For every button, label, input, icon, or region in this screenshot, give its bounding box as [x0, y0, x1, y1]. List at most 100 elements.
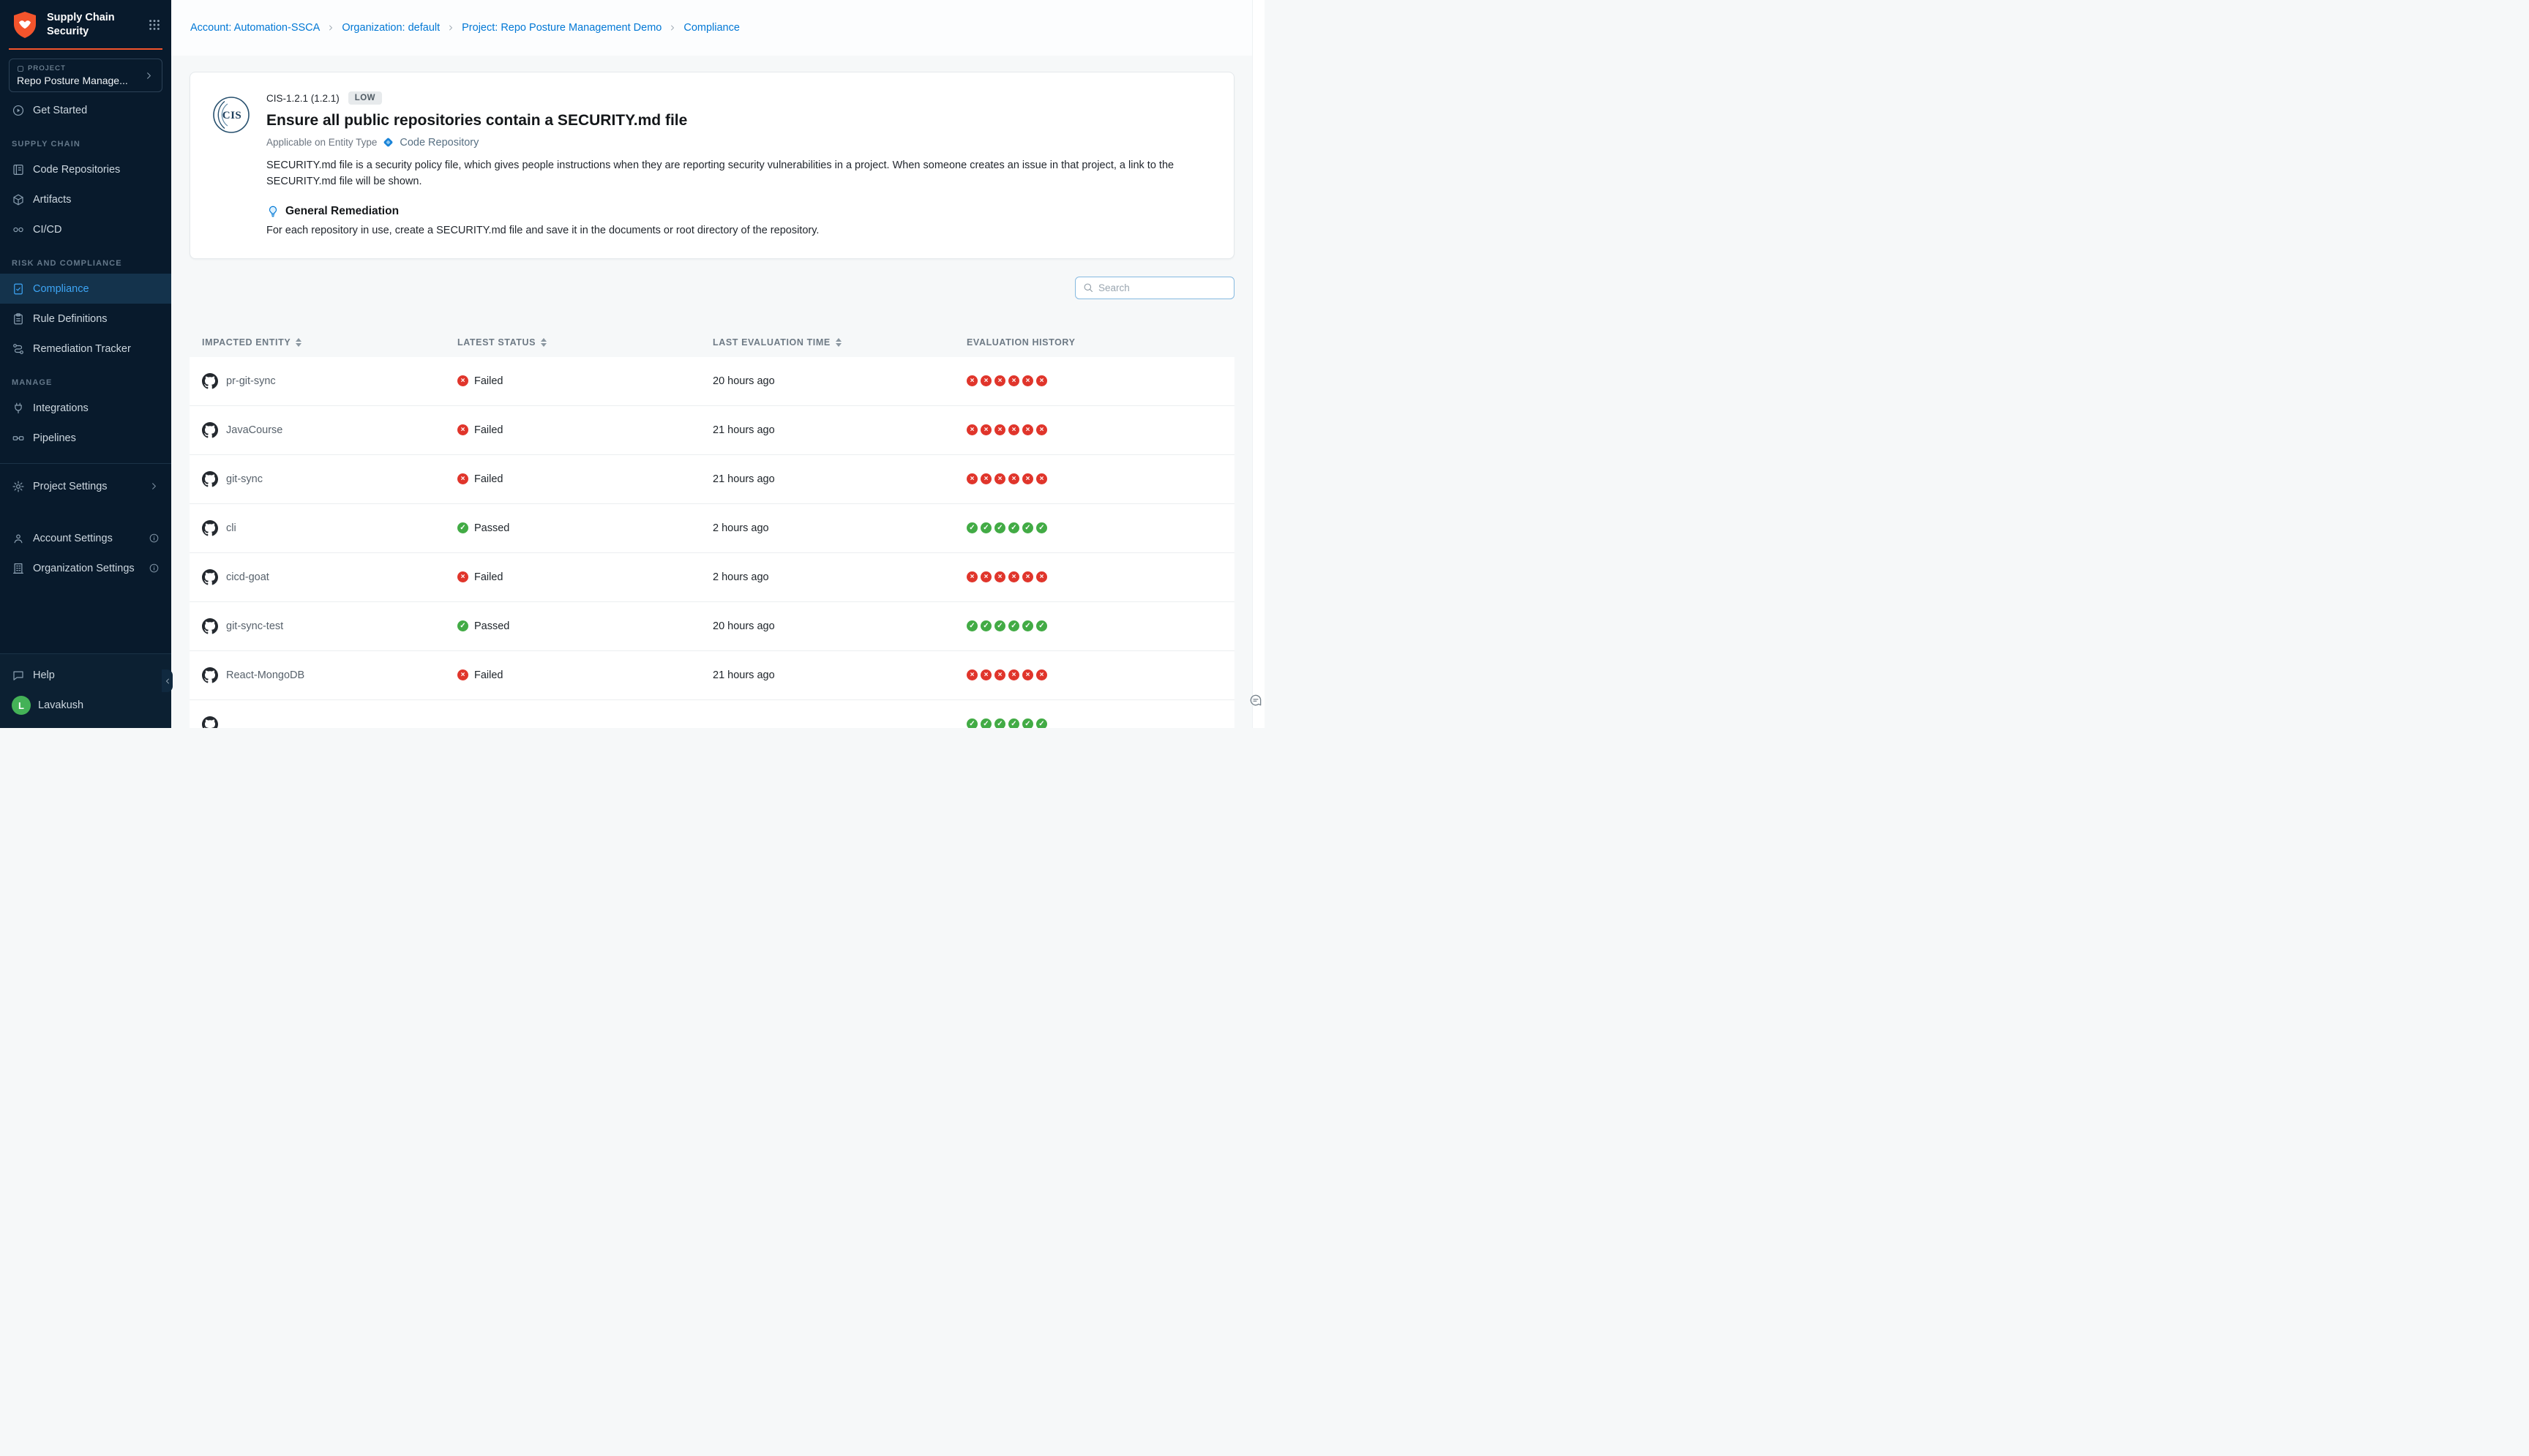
table-row[interactable]: git-sync-test✓Passed20 hours ago✓✓✓✓✓✓: [190, 602, 1234, 651]
sidebar-item-code-repositories[interactable]: Code Repositories: [0, 154, 171, 184]
sidebar-item-pipelines[interactable]: Pipelines: [0, 423, 171, 453]
passed-icon: ✓: [1036, 522, 1047, 533]
rule-detail-card: CIS CIS-1.2.1 (1.2.1) LOW Ensure all pub…: [190, 72, 1234, 259]
entity-name[interactable]: JavaCourse: [226, 424, 282, 436]
user-name: Lavakush: [38, 699, 83, 711]
table-row[interactable]: JavaCourse×Failed21 hours ago××××××: [190, 406, 1234, 455]
failed-icon: ×: [994, 424, 1005, 435]
latest-status-cell: ✓Passed: [457, 522, 713, 534]
failed-icon: ×: [994, 669, 1005, 680]
table-row[interactable]: git-sync×Failed21 hours ago××××××: [190, 455, 1234, 504]
sidebar-item-integrations[interactable]: Integrations: [0, 393, 171, 423]
chevron-right-icon: [149, 481, 160, 492]
table-row[interactable]: pr-git-sync×Failed20 hours ago××××××: [190, 357, 1234, 406]
app-title: Supply Chain Security: [47, 11, 140, 39]
sidebar-item-label: CI/CD: [33, 224, 61, 236]
help-label: Help: [33, 669, 55, 681]
passed-icon: ✓: [994, 718, 1005, 728]
entity-name[interactable]: pr-git-sync: [226, 375, 276, 387]
passed-icon: ✓: [994, 620, 1005, 631]
table-row[interactable]: ✓✓✓✓✓✓: [190, 700, 1234, 729]
failed-icon: ×: [981, 375, 992, 386]
passed-icon: ✓: [1008, 718, 1019, 728]
failed-icon: ×: [1022, 375, 1033, 386]
sidebar-item-compliance[interactable]: Compliance: [0, 274, 171, 304]
info-icon: [149, 563, 160, 574]
sidebar-collapse-button[interactable]: [162, 669, 173, 692]
table-row[interactable]: React-MongoDB×Failed21 hours ago××××××: [190, 651, 1234, 700]
failed-icon: ×: [981, 424, 992, 435]
failed-icon: ×: [1008, 473, 1019, 484]
entity-name[interactable]: cli: [226, 522, 236, 534]
rule-description: SECURITY.md file is a security policy fi…: [266, 158, 1212, 190]
sidebar-item-get-started[interactable]: Get Started: [0, 95, 171, 125]
support-chat-icon[interactable]: [1248, 693, 1263, 708]
latest-status-cell: ×Failed: [457, 473, 713, 485]
evaluation-history-cell: ××××××: [967, 473, 1234, 484]
passed-icon: ✓: [967, 522, 978, 533]
module-switcher-icon[interactable]: [148, 18, 161, 31]
project-name: Repo Posture Manage...: [17, 75, 128, 86]
sidebar-item-help[interactable]: Help: [0, 660, 171, 690]
entity-name[interactable]: git-sync-test: [226, 620, 283, 632]
entity-type-label: Code Repository: [400, 137, 479, 149]
github-icon: [202, 422, 218, 438]
sidebar-item-ci-cd[interactable]: CI/CD: [0, 214, 171, 244]
sort-icon[interactable]: [836, 338, 842, 347]
passed-icon: ✓: [981, 718, 992, 728]
sidebar-divider: [0, 463, 171, 464]
organization-settings-icon: [12, 562, 25, 575]
failed-icon: ×: [1022, 473, 1033, 484]
code-repository-icon: [382, 136, 394, 149]
sidebar-item-account-settings[interactable]: Account Settings: [0, 523, 171, 553]
project-selector[interactable]: PROJECT Repo Posture Manage...: [9, 59, 162, 92]
scrollbar-gutter[interactable]: [1252, 0, 1264, 728]
sort-icon[interactable]: [541, 338, 547, 347]
sidebar-item-artifacts[interactable]: Artifacts: [0, 184, 171, 214]
search-box[interactable]: [1075, 277, 1234, 299]
evaluation-history-cell: ××××××: [967, 669, 1234, 680]
column-header-impacted-entity[interactable]: IMPACTED ENTITY: [202, 337, 457, 348]
table-row[interactable]: cicd-goat×Failed2 hours ago××××××: [190, 553, 1234, 602]
latest-status-cell: ×Failed: [457, 669, 713, 681]
column-header-last-evaluation-time[interactable]: LAST EVALUATION TIME: [713, 337, 967, 348]
failed-icon: ×: [1008, 571, 1019, 582]
breadcrumb-link[interactable]: Account: Automation-SSCA: [190, 22, 320, 34]
cicd-icon: [12, 223, 25, 236]
table-row[interactable]: cli✓Passed2 hours ago✓✓✓✓✓✓: [190, 504, 1234, 553]
failed-icon: ×: [1022, 424, 1033, 435]
rule-definitions-icon: [12, 312, 25, 326]
breadcrumb-link[interactable]: Compliance: [683, 22, 740, 34]
sidebar-item-label: Compliance: [33, 283, 89, 295]
last-evaluation-time-cell: 21 hours ago: [713, 424, 967, 436]
failed-icon: ×: [457, 571, 468, 582]
impacted-entity-cell: cli: [202, 520, 457, 536]
topbar: Account: Automation-SSCA Organization: de…: [171, 0, 1264, 56]
sidebar-item-rule-definitions[interactable]: Rule Definitions: [0, 304, 171, 334]
entity-name[interactable]: git-sync: [226, 473, 263, 485]
sort-icon[interactable]: [296, 338, 301, 347]
breadcrumb: Account: Automation-SSCA Organization: de…: [190, 22, 740, 34]
user-menu[interactable]: L Lavakush: [0, 690, 171, 721]
sidebar-item-project-settings[interactable]: Project Settings: [0, 471, 171, 501]
passed-icon: ✓: [981, 522, 992, 533]
sidebar-item-label: Project Settings: [33, 481, 108, 492]
search-input[interactable]: [1098, 282, 1227, 293]
sidebar-item-remediation-tracker[interactable]: Remediation Tracker: [0, 334, 171, 364]
failed-icon: ×: [981, 571, 992, 582]
breadcrumb-link[interactable]: Project: Repo Posture Management Demo: [462, 22, 662, 34]
breadcrumb-link[interactable]: Organization: default: [342, 22, 440, 34]
passed-icon: ✓: [1036, 620, 1047, 631]
column-header-latest-status[interactable]: LATEST STATUS: [457, 337, 713, 348]
sidebar-item-organization-settings[interactable]: Organization Settings: [0, 553, 171, 583]
sidebar: Supply Chain Security PROJECT Repo Postu…: [0, 0, 171, 728]
latest-status-cell: ×Failed: [457, 424, 713, 436]
status-label: Failed: [474, 571, 503, 583]
entity-name[interactable]: cicd-goat: [226, 571, 269, 583]
passed-icon: ✓: [1022, 620, 1033, 631]
status-label: Failed: [474, 375, 503, 387]
sidebar-item-label: Organization Settings: [33, 563, 135, 574]
passed-icon: ✓: [1022, 522, 1033, 533]
app-root: Supply Chain Security PROJECT Repo Postu…: [0, 0, 1264, 728]
entity-name[interactable]: React-MongoDB: [226, 669, 304, 681]
